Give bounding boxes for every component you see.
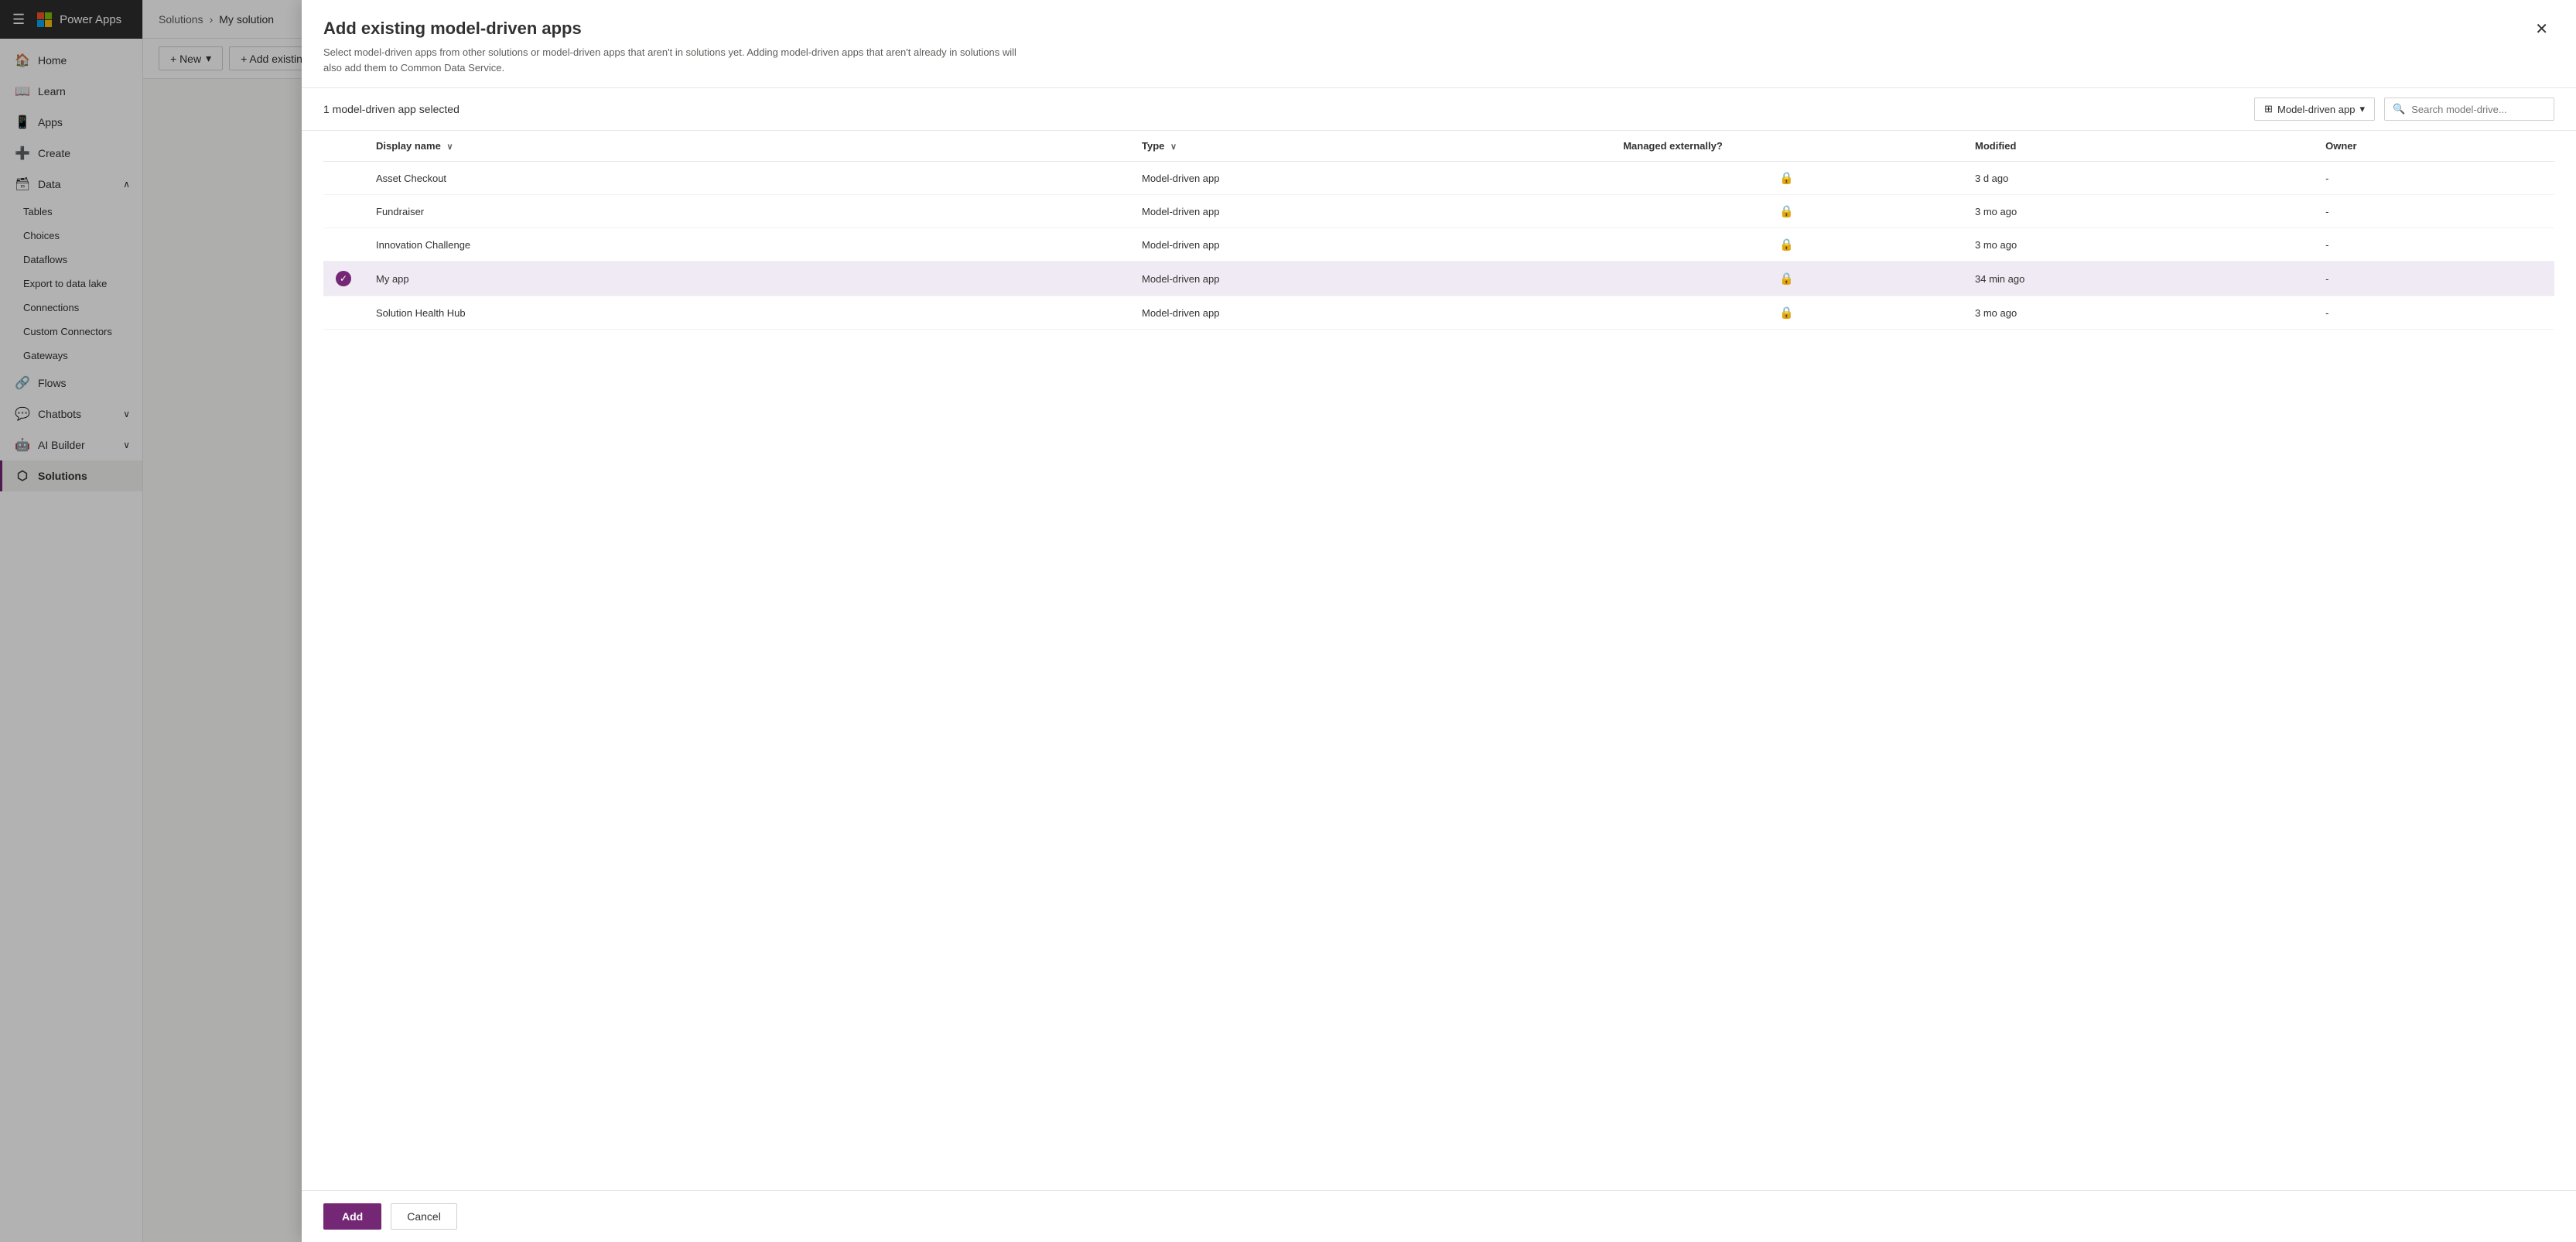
- modal-toolbar: 1 model-driven app selected ⊞ Model-driv…: [302, 88, 2576, 131]
- lock-icon: 🔒: [1779, 238, 1794, 251]
- row-owner: -: [2313, 296, 2554, 330]
- table-row[interactable]: Innovation Challenge Model-driven app 🔒 …: [323, 228, 2554, 262]
- col-header-modified: Modified: [1963, 131, 2313, 162]
- row-display-name: Innovation Challenge: [364, 228, 1129, 262]
- filter-search-area: ⊞ Model-driven app ▾ 🔍: [2254, 98, 2554, 121]
- row-managed: 🔒: [1611, 228, 1963, 262]
- row-modified: 3 mo ago: [1963, 195, 2313, 228]
- row-owner: -: [2313, 228, 2554, 262]
- lock-icon: 🔒: [1779, 306, 1794, 320]
- table-body: Asset Checkout Model-driven app 🔒 3 d ag…: [323, 162, 2554, 330]
- filter-label: Model-driven app: [2277, 104, 2355, 115]
- selected-count: 1 model-driven app selected: [323, 103, 460, 115]
- row-check-cell: [323, 162, 364, 195]
- cancel-button[interactable]: Cancel: [391, 1203, 457, 1230]
- modal-table-area: Display name ∨ Type ∨ Managed externally…: [302, 131, 2576, 1190]
- row-modified: 3 mo ago: [1963, 228, 2313, 262]
- lock-icon: 🔒: [1779, 172, 1794, 185]
- row-modified: 3 mo ago: [1963, 296, 2313, 330]
- table-row[interactable]: ✓ My app Model-driven app 🔒 34 min ago -: [323, 262, 2554, 296]
- row-display-name: Asset Checkout: [364, 162, 1129, 195]
- row-managed: 🔒: [1611, 162, 1963, 195]
- modal-title: Add existing model-driven apps: [323, 19, 1020, 39]
- search-box: 🔍: [2384, 98, 2554, 121]
- col-header-check: [323, 131, 364, 162]
- row-type: Model-driven app: [1129, 195, 1611, 228]
- add-button[interactable]: Add: [323, 1203, 381, 1230]
- filter-button[interactable]: ⊞ Model-driven app ▾: [2254, 98, 2375, 121]
- apps-table: Display name ∨ Type ∨ Managed externally…: [323, 131, 2554, 330]
- modal-header: Add existing model-driven apps Select mo…: [302, 0, 2576, 88]
- search-icon: 🔍: [2393, 103, 2405, 115]
- table-row[interactable]: Solution Health Hub Model-driven app 🔒 3…: [323, 296, 2554, 330]
- lock-icon: 🔒: [1779, 205, 1794, 218]
- row-check-cell: [323, 228, 364, 262]
- row-managed: 🔒: [1611, 195, 1963, 228]
- row-owner: -: [2313, 195, 2554, 228]
- modal-panel: Add existing model-driven apps Select mo…: [302, 0, 2576, 1242]
- row-type: Model-driven app: [1129, 296, 1611, 330]
- row-selected-indicator: ✓: [336, 271, 351, 286]
- row-display-name: Fundraiser: [364, 195, 1129, 228]
- row-type: Model-driven app: [1129, 262, 1611, 296]
- row-managed: 🔒: [1611, 262, 1963, 296]
- row-modified: 3 d ago: [1963, 162, 2313, 195]
- col-header-type[interactable]: Type ∨: [1129, 131, 1611, 162]
- row-managed: 🔒: [1611, 296, 1963, 330]
- row-modified: 34 min ago: [1963, 262, 2313, 296]
- row-display-name: Solution Health Hub: [364, 296, 1129, 330]
- col-header-managed: Managed externally?: [1611, 131, 1963, 162]
- row-check-cell: [323, 195, 364, 228]
- row-type: Model-driven app: [1129, 162, 1611, 195]
- modal-header-content: Add existing model-driven apps Select mo…: [323, 19, 1020, 75]
- row-owner: -: [2313, 162, 2554, 195]
- row-owner: -: [2313, 262, 2554, 296]
- row-display-name: My app: [364, 262, 1129, 296]
- col-header-display-name[interactable]: Display name ∨: [364, 131, 1129, 162]
- type-sort-icon: ∨: [1170, 142, 1177, 152]
- row-check-cell: ✓: [323, 262, 364, 296]
- modal-close-button[interactable]: ✕: [2529, 19, 2554, 40]
- table-row[interactable]: Asset Checkout Model-driven app 🔒 3 d ag…: [323, 162, 2554, 195]
- table-row[interactable]: Fundraiser Model-driven app 🔒 3 mo ago -: [323, 195, 2554, 228]
- modal-footer: Add Cancel: [302, 1190, 2576, 1242]
- col-header-owner: Owner: [2313, 131, 2554, 162]
- filter-chevron-icon: ▾: [2359, 103, 2365, 115]
- lock-icon: 🔒: [1779, 272, 1794, 286]
- display-name-sort-icon: ∨: [446, 142, 453, 152]
- filter-icon: ⊞: [2264, 103, 2273, 115]
- row-check-cell: [323, 296, 364, 330]
- search-input[interactable]: [2411, 104, 2546, 115]
- row-type: Model-driven app: [1129, 228, 1611, 262]
- modal-description: Select model-driven apps from other solu…: [323, 45, 1020, 75]
- table-header-row: Display name ∨ Type ∨ Managed externally…: [323, 131, 2554, 162]
